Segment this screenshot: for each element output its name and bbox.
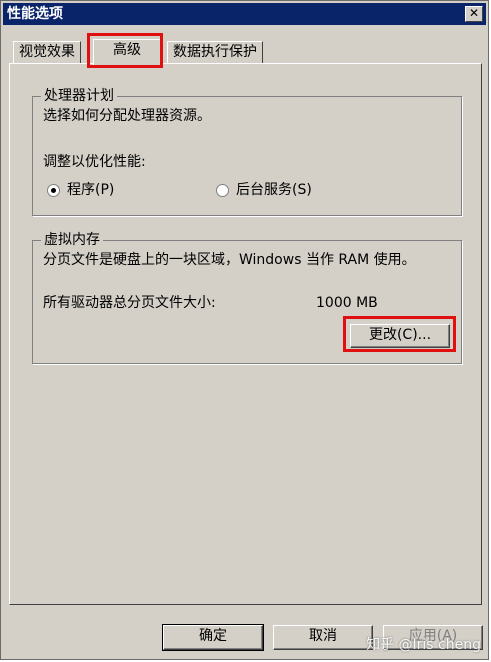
virtual-memory-description: 分页文件是硬盘上的一块区域，Windows 当作 RAM 使用。	[43, 252, 416, 268]
tab-data-execution-prevention[interactable]: 数据执行保护	[167, 41, 263, 63]
programs-radio-label[interactable]: 程序(P)	[67, 181, 114, 199]
ok-button[interactable]: 确定	[162, 624, 264, 651]
window-title: 性能选项	[7, 6, 63, 22]
change-button-highlight-box	[343, 316, 456, 352]
processor-description: 选择如何分配处理器资源。	[43, 108, 211, 124]
radio-unchecked-icon[interactable]	[216, 184, 229, 197]
cancel-button[interactable]: 取消	[273, 625, 373, 650]
processor-scheduling-legend: 处理器计划	[41, 88, 117, 104]
watermark: 知乎 @Iris cheng	[366, 637, 481, 653]
close-icon[interactable]: ✕	[465, 6, 483, 22]
paging-file-total-value: 1000 MB	[316, 295, 378, 311]
processor-scheduling-group: 处理器计划 选择如何分配处理器资源。 调整以优化性能: 程序(P) 后台服务(S…	[32, 88, 462, 216]
tab-visual-effects[interactable]: 视觉效果	[13, 41, 81, 63]
background-services-radio-label[interactable]: 后台服务(S)	[236, 181, 312, 199]
optimize-prompt: 调整以优化性能:	[43, 154, 146, 170]
title-bar[interactable]: 性能选项 ✕	[3, 3, 486, 25]
paging-file-total-label: 所有驱动器总分页文件大小:	[43, 295, 216, 311]
radio-checked-icon[interactable]	[47, 184, 60, 197]
advanced-tab-highlight-box	[87, 33, 163, 68]
virtual-memory-legend: 虚拟内存	[41, 232, 103, 248]
